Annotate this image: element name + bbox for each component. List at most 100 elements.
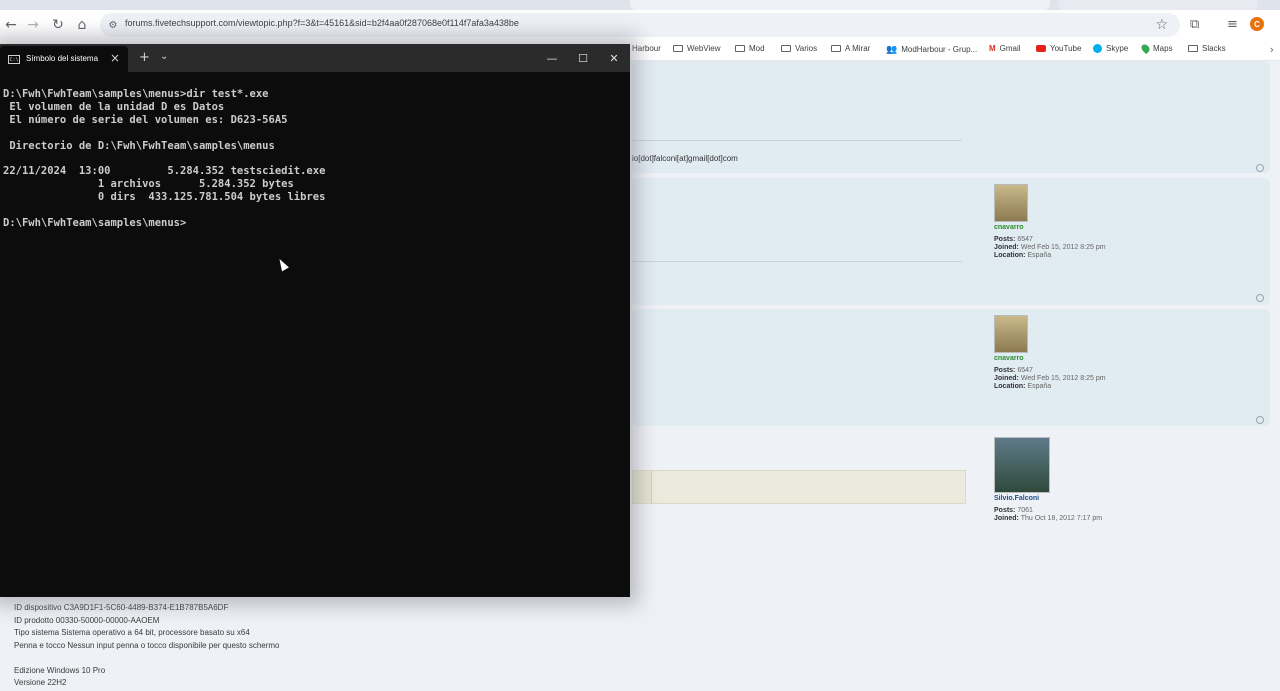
bookmark-label: Mod — [749, 44, 765, 53]
system-info-line: ID prodotto 00330-50000-00000-AAOEM — [14, 615, 160, 625]
code-block — [632, 470, 966, 504]
profile-username[interactable]: cnavarro — [994, 224, 1174, 231]
browser-tab[interactable] — [1058, 0, 1258, 10]
home-icon[interactable]: ⌂ — [71, 14, 93, 36]
system-info-line: Penna e tocco Nessun input penna o tocco… — [14, 640, 280, 650]
bookmark-item[interactable]: Slacks — [1188, 44, 1226, 53]
profile-username[interactable]: cnavarro — [994, 355, 1174, 362]
joined-label: Joined: — [994, 244, 1019, 251]
location-label: Location: — [994, 252, 1026, 259]
post-options-icon[interactable] — [1256, 294, 1264, 302]
reload-icon[interactable]: ↻ — [47, 14, 69, 36]
bookmark-label: Varios — [795, 44, 818, 53]
joined-date: Wed Feb 15, 2012 8:25 pm — [1020, 244, 1106, 251]
chevron-right-icon[interactable]: › — [1270, 43, 1274, 56]
minimize-icon[interactable]: — — [540, 48, 564, 68]
folder-icon — [735, 45, 745, 52]
bookmark-item[interactable]: Maps — [1139, 42, 1173, 55]
address-bar[interactable]: ⚙ forums.fivetechsupport.com/viewtopic.p… — [100, 13, 1180, 37]
forum-post — [632, 309, 1270, 426]
terminal-window[interactable]: C:\ Símbolo del sistema × + ⌄ — ☐ ✕ D:\F… — [0, 44, 630, 597]
location-value: España — [1027, 383, 1052, 390]
back-icon[interactable]: ← — [0, 14, 22, 36]
browser-tab[interactable] — [630, 0, 1050, 10]
profile-avatar[interactable]: C — [1250, 17, 1264, 31]
window-close-icon[interactable]: ✕ — [602, 48, 626, 68]
terminal-line: El volumen de la unidad D es Datos — [3, 100, 225, 113]
terminal-tab-label: Símbolo del sistema — [26, 54, 99, 63]
folder-icon — [781, 45, 791, 52]
bookmark-item[interactable]: 👥 ModHarbour - Grup... — [886, 44, 977, 55]
system-info-line: ID dispositivo C3A9D1F1-5C60-4489-B374-E… — [14, 603, 229, 612]
bookmark-item[interactable]: A Mirar — [831, 44, 870, 53]
bookmark-label: Maps — [1153, 44, 1173, 53]
terminal-prompt[interactable]: D:\Fwh\FwhTeam\samples\menus> — [3, 217, 630, 230]
terminal-line: El número de serie del volumen es: D623-… — [3, 113, 288, 126]
avatar[interactable] — [994, 437, 1050, 493]
bookmark-label: A Mirar — [845, 44, 871, 53]
location-value: España — [1027, 252, 1052, 259]
post-options-icon[interactable] — [1256, 416, 1264, 424]
bookmark-item[interactable]: M Gmail — [989, 44, 1021, 53]
joined-date: Wed Feb 15, 2012 8:25 pm — [1020, 375, 1106, 382]
gmail-icon: M — [989, 44, 996, 53]
terminal-tab[interactable]: C:\ Símbolo del sistema × — [0, 46, 128, 72]
close-icon[interactable]: × — [110, 51, 120, 65]
bookmark-label: Gmail — [999, 44, 1021, 53]
bookmark-label: ModHarbour - Grup... — [901, 45, 978, 54]
terminal-line: D:\Fwh\FwhTeam\samples\menus>dir test*.e… — [3, 88, 269, 100]
bookmark-item[interactable]: Skype — [1093, 44, 1128, 53]
signature-email: io[dot]falconi[at]gmail[dot]com — [632, 154, 738, 163]
terminal-title-bar[interactable]: C:\ Símbolo del sistema × + ⌄ — ☐ ✕ — [0, 44, 630, 72]
location-label: Location: — [994, 383, 1026, 390]
code-gutter — [633, 471, 652, 503]
avatar[interactable] — [994, 315, 1028, 353]
folder-icon — [673, 45, 683, 52]
reading-list-icon[interactable]: ≡ — [1227, 17, 1238, 32]
posts-count: 6547 — [1017, 367, 1033, 374]
terminal-line: 22/11/2024 13:00 5.284.352 testsciedit.e… — [3, 165, 326, 178]
bookmark-star-icon[interactable]: ☆ — [1155, 17, 1168, 33]
posts-label: Posts: — [994, 367, 1016, 374]
bookmark-item[interactable]: Harbour — [632, 44, 661, 53]
chevron-down-icon[interactable]: ⌄ — [160, 51, 168, 62]
system-info-line: Edizione Windows 10 Pro — [14, 665, 106, 675]
post-profile: cnavarro Posts: 6547 Joined: Wed Feb 15,… — [994, 184, 1174, 260]
bookmark-item[interactable]: Mod — [735, 44, 765, 53]
youtube-icon — [1036, 45, 1046, 52]
bookmark-label: Slacks — [1202, 44, 1226, 53]
bookmark-label: Harbour — [632, 44, 661, 53]
profile-username[interactable]: Silvio.Falconi — [994, 495, 1174, 502]
url-text[interactable]: forums.fivetechsupport.com/viewtopic.php… — [125, 18, 519, 28]
posts-label: Posts: — [994, 236, 1016, 243]
bookmark-item[interactable]: WebView — [673, 44, 721, 53]
system-info-text: ID dispositivo C3A9D1F1-5C60-4489-B374-E… — [14, 602, 280, 690]
bookmark-item[interactable]: YouTube — [1036, 44, 1081, 53]
maximize-icon[interactable]: ☐ — [571, 48, 595, 68]
system-info-line: Tipo sistema Sistema operativo a 64 bit,… — [14, 628, 250, 637]
browser-toolbar: ← → ↻ ⌂ ⚙ forums.fivetechsupport.com/vie… — [0, 10, 1280, 40]
extensions-icon[interactable]: ⧉ — [1190, 17, 1199, 32]
post-profile: Silvio.Falconi Posts: 7061 Joined: Thu O… — [994, 437, 1174, 523]
terminal-output[interactable]: D:\Fwh\FwhTeam\samples\menus>dir test*.e… — [3, 88, 630, 597]
maps-icon — [1139, 42, 1152, 55]
post-divider — [632, 140, 962, 141]
posts-count: 7061 — [1017, 507, 1033, 514]
folder-icon — [831, 45, 841, 52]
post-options-icon[interactable] — [1256, 164, 1264, 172]
post-divider — [632, 261, 962, 262]
bookmark-label: WebView — [687, 44, 721, 53]
terminal-line: Directorio de D:\Fwh\FwhTeam\samples\men… — [3, 139, 275, 152]
forward-icon[interactable]: → — [22, 14, 44, 36]
post-profile: cnavarro Posts: 6547 Joined: Wed Feb 15,… — [994, 315, 1174, 391]
system-info-line — [14, 652, 280, 665]
bookmark-label: YouTube — [1050, 44, 1082, 53]
bookmark-item[interactable]: Varios — [781, 44, 817, 53]
avatar[interactable] — [994, 184, 1028, 222]
new-tab-icon[interactable]: + — [139, 50, 150, 65]
bookmark-label: Skype — [1106, 44, 1129, 53]
site-info-icon[interactable]: ⚙ — [106, 18, 120, 32]
